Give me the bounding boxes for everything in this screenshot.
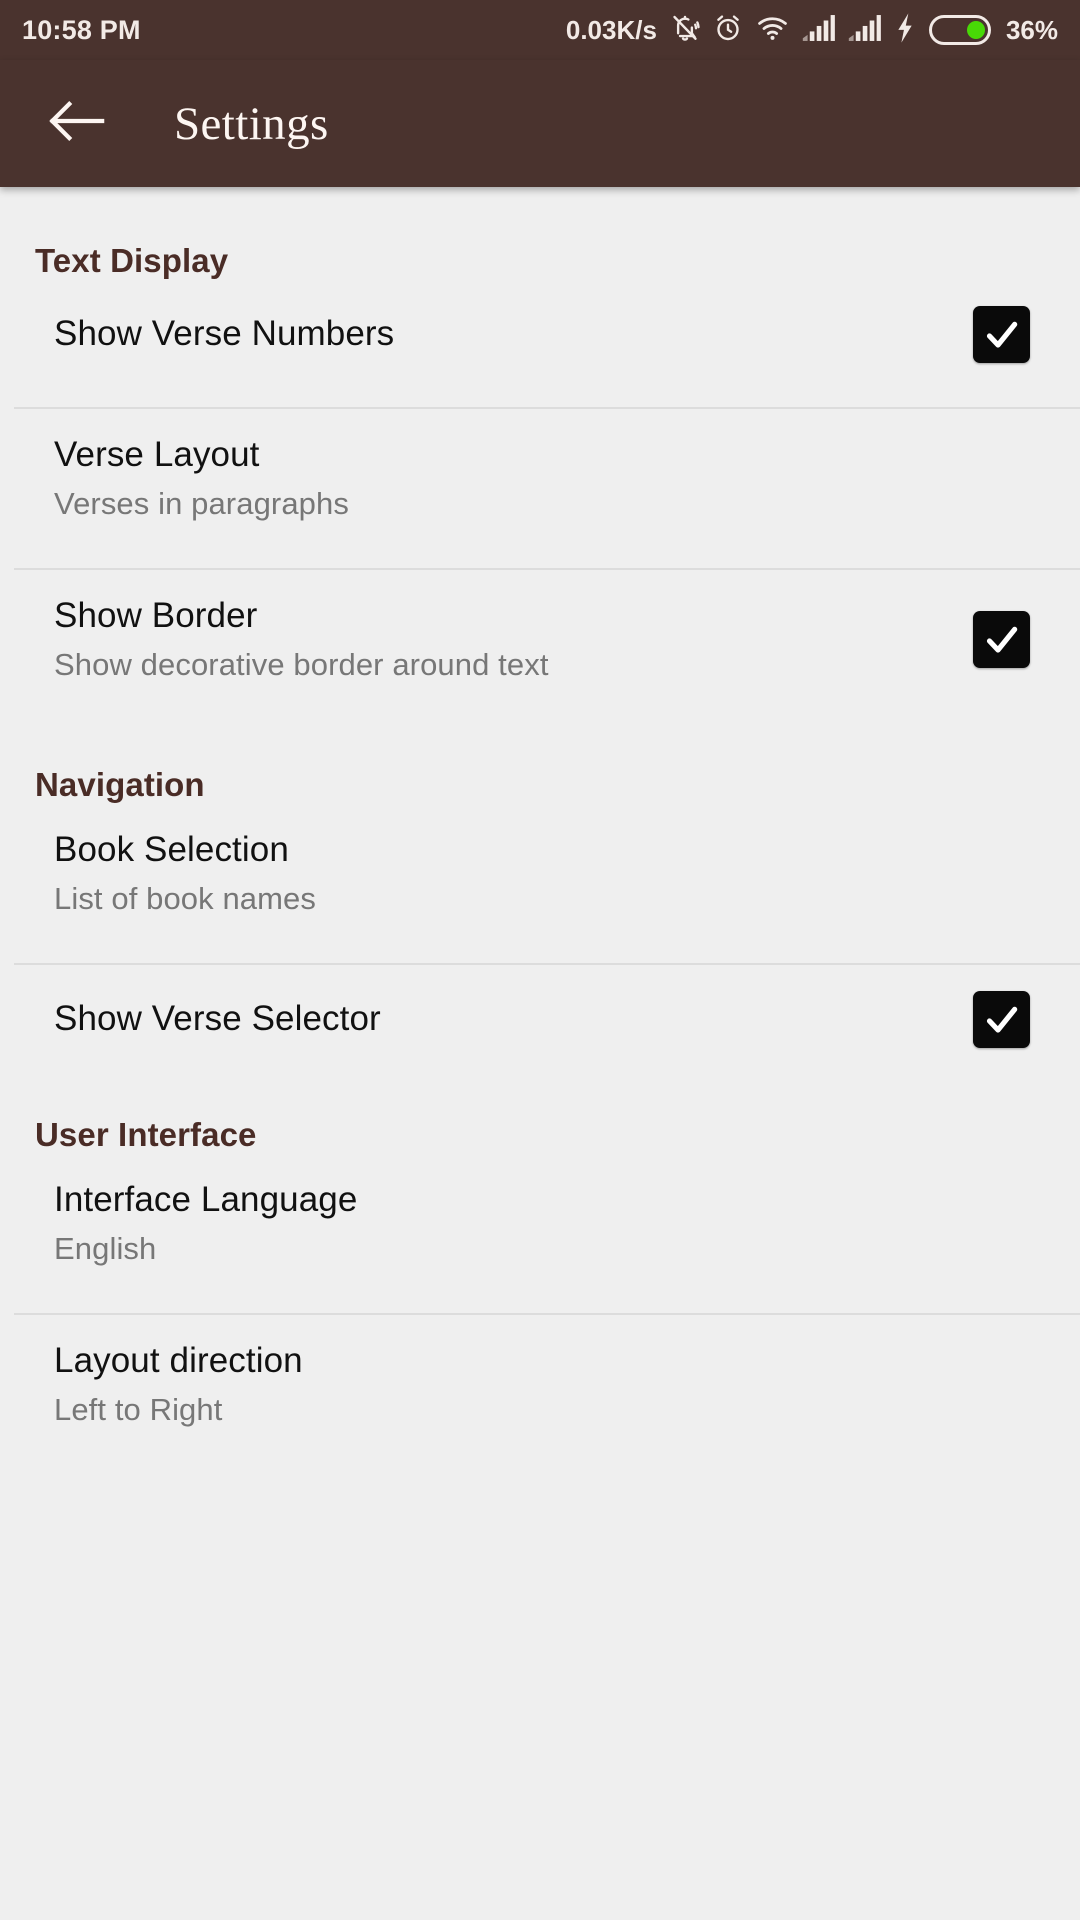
- row-title: Interface Language: [54, 1180, 358, 1220]
- setting-row-show-verse-numbers[interactable]: Show Verse Numbers: [0, 280, 1080, 389]
- checkbox-show-verse-selector[interactable]: [973, 991, 1030, 1049]
- setting-row-interface-language[interactable]: Interface Language English: [0, 1154, 1080, 1295]
- row-text: Verse Layout Verses in paragraphs: [54, 433, 1044, 524]
- row-subtitle: English: [54, 1231, 157, 1267]
- row-text: Interface Language English: [54, 1178, 1044, 1269]
- checkbox-show-border[interactable]: [973, 611, 1030, 669]
- row-title: Show Border: [54, 596, 258, 636]
- setting-row-book-selection[interactable]: Book Selection List of book names: [0, 804, 1080, 945]
- setting-row-show-verse-selector[interactable]: Show Verse Selector: [0, 965, 1080, 1074]
- row-subtitle: Left to Right: [54, 1392, 223, 1428]
- page-title: Settings: [174, 97, 329, 150]
- row-title: Book Selection: [54, 830, 289, 870]
- row-title: Show Verse Numbers: [54, 314, 395, 354]
- row-subtitle: List of book names: [54, 880, 317, 916]
- settings-list: Text Display Show Verse Numbers Verse La…: [0, 187, 1080, 1456]
- network-speed-label: 0.03K/s: [565, 14, 657, 45]
- setting-row-show-border[interactable]: Show Border Show decorative border aroun…: [0, 570, 1080, 711]
- app-bar: Settings: [0, 60, 1080, 187]
- status-bar: 10:58 PM 0.03K/s 36%: [0, 0, 1080, 60]
- row-text: Show Verse Numbers: [54, 312, 949, 357]
- row-text: Book Selection List of book names: [54, 828, 1044, 919]
- checkbox-show-verse-numbers[interactable]: [973, 306, 1030, 363]
- bell-muted-icon: [670, 12, 700, 49]
- row-subtitle: Verses in paragraphs: [54, 485, 349, 521]
- setting-row-verse-layout[interactable]: Verse Layout Verses in paragraphs: [0, 409, 1080, 550]
- section-header-user-interface: User Interface: [35, 1116, 257, 1154]
- signal-bars-sim1-icon: [802, 13, 835, 48]
- battery-fill: [966, 21, 985, 39]
- section-header-text-display: Text Display: [35, 242, 229, 279]
- status-bar-icon-tray: 0.03K/s 36%: [566, 12, 1058, 49]
- signal-bars-sim2-icon: [848, 13, 881, 48]
- arrow-left-icon[interactable]: [48, 99, 106, 148]
- row-text: Layout direction Left to Right: [54, 1339, 1044, 1430]
- wifi-icon: [756, 12, 789, 49]
- section-header-navigation: Navigation: [35, 766, 205, 804]
- row-title: Layout direction: [54, 1341, 303, 1381]
- row-title: Verse Layout: [54, 435, 260, 474]
- row-text: Show Border Show decorative border aroun…: [54, 594, 949, 685]
- alarm-clock-icon: [713, 12, 743, 49]
- row-subtitle: Show decorative border around text: [54, 646, 549, 682]
- row-text: Show Verse Selector: [54, 997, 949, 1042]
- setting-row-layout-direction[interactable]: Layout direction Left to Right: [0, 1315, 1080, 1456]
- status-bar-time: 10:58 PM: [22, 14, 141, 45]
- charging-bolt-icon: [894, 12, 916, 49]
- battery-icon: [928, 15, 991, 45]
- row-title: Show Verse Selector: [54, 999, 381, 1039]
- battery-percent-label: 36%: [1005, 14, 1058, 45]
